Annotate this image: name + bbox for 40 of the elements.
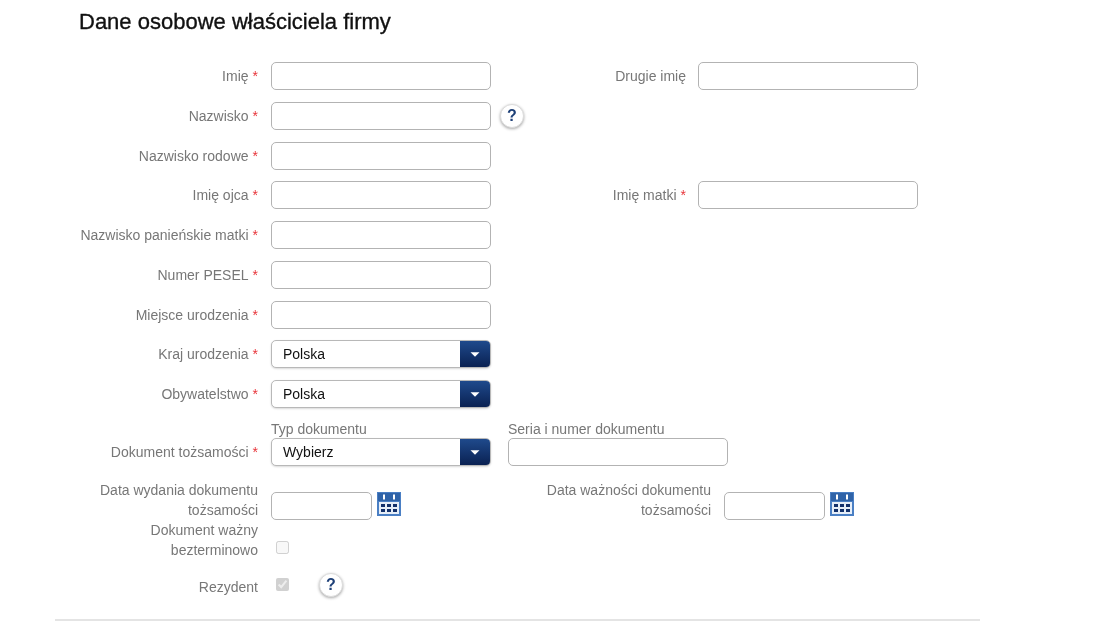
field-label: Nazwisko rodowe * (137, 146, 258, 166)
text-input[interactable] (271, 221, 491, 249)
calendar-icon (377, 492, 401, 516)
field-label: Miejsce urodzenia * (134, 305, 258, 325)
caret-icon (460, 439, 490, 465)
caret-icon (460, 381, 490, 407)
field-label: Kraj urodzenia * (157, 345, 258, 365)
field-label: Imię * (221, 67, 258, 86)
section-title: Dane osobowe właściciela firmy (78, 8, 392, 35)
text-input[interactable] (508, 438, 728, 466)
field-label: Imię ojca * (191, 186, 258, 206)
text-input[interactable] (698, 181, 918, 210)
field-label: Rezydent (197, 578, 258, 597)
field-label: Data wydania dokumentu tożsamości (99, 481, 258, 520)
text-input[interactable] (271, 62, 491, 90)
text-input[interactable] (698, 62, 918, 90)
field-label: Dokument tożsamości * (109, 443, 258, 462)
field-label: Dokument ważny bezterminowo (149, 521, 258, 560)
field-label: Nazwisko * (187, 106, 258, 126)
field-label: Data ważności dokumentu tożsamości (545, 481, 711, 520)
field-label: Nazwisko panieńskie matki * (79, 226, 258, 245)
field-label: Drugie imię (615, 67, 686, 86)
caret-icon (460, 341, 490, 368)
text-input[interactable] (271, 260, 491, 289)
date-input[interactable] (724, 492, 825, 520)
field-label: Numer PESEL * (156, 265, 258, 285)
dropdown[interactable]: Polska (271, 340, 491, 369)
field-label: Obywatelstwo * (160, 385, 258, 404)
dropdown[interactable]: Wybierz (271, 438, 491, 466)
field-caption: Typ dokumentu (271, 421, 368, 438)
dropdown[interactable]: Polska (271, 380, 491, 408)
calendar-icon (830, 492, 854, 516)
date-input[interactable] (271, 492, 372, 520)
text-input[interactable] (271, 101, 491, 130)
field-label: Imię matki * (612, 186, 686, 206)
text-input[interactable] (271, 181, 491, 210)
text-input[interactable] (271, 141, 491, 170)
field-caption: Seria i numer dokumentu (508, 421, 666, 438)
text-input[interactable] (271, 300, 491, 329)
help-button[interactable]: ? (500, 103, 524, 128)
